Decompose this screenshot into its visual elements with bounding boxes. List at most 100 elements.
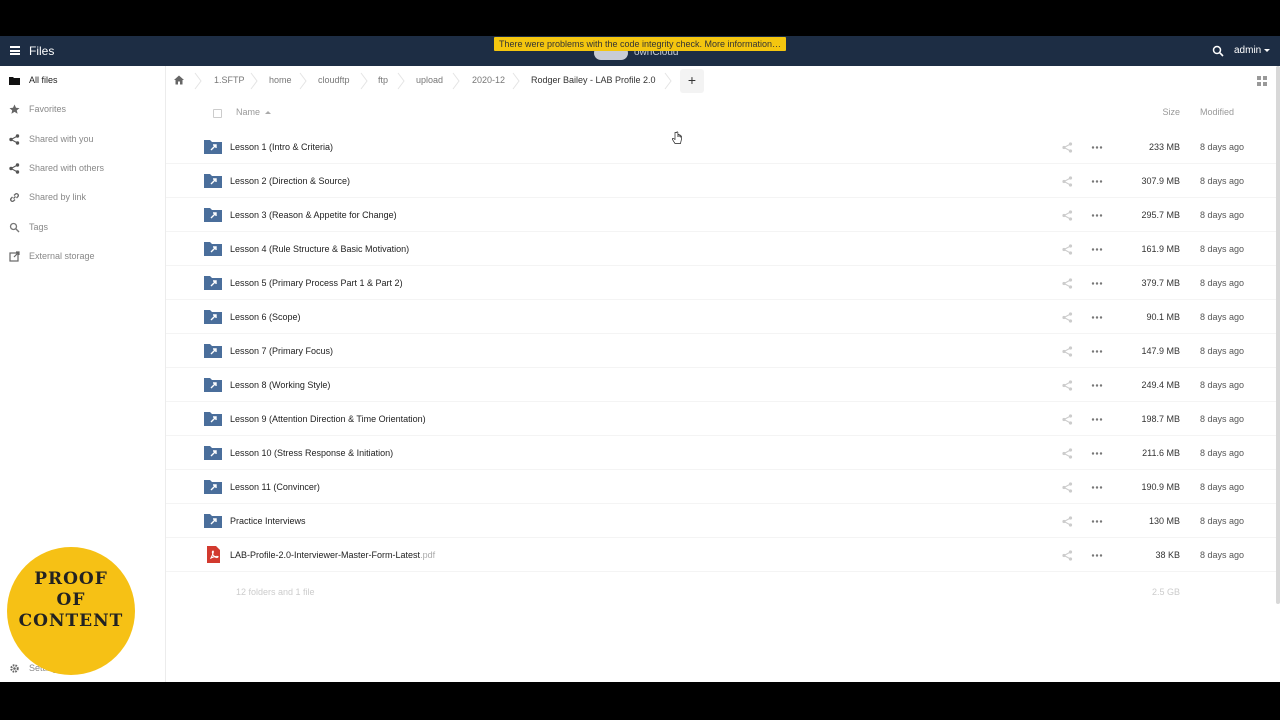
more-actions-icon[interactable] <box>1091 142 1103 153</box>
breadcrumb-item-sftp[interactable]: 1.SFTP <box>214 75 245 85</box>
proof-of-content-badge: PROOF OF CONTENT <box>7 547 135 675</box>
sidebar-item-external-storage[interactable]: External storage <box>0 242 165 270</box>
share-icon[interactable] <box>1062 278 1073 289</box>
file-name[interactable]: Practice Interviews <box>230 516 306 526</box>
share-icon[interactable] <box>1062 346 1073 357</box>
file-size: 211.6 MB <box>1142 448 1180 458</box>
user-menu[interactable]: admin <box>1234 45 1271 56</box>
sidebar-item-tags[interactable]: Tags <box>0 213 165 241</box>
share-icon[interactable] <box>1062 210 1073 221</box>
file-name[interactable]: Lesson 6 (Scope) <box>230 312 301 322</box>
file-name[interactable]: LAB-Profile-2.0-Interviewer-Master-Form-… <box>230 550 435 560</box>
sidebar-item-shared-with-you[interactable]: Shared with you <box>0 125 165 153</box>
sort-ascending-icon <box>265 111 272 115</box>
breadcrumb-item-current[interactable]: Rodger Bailey - LAB Profile 2.0 <box>531 75 656 85</box>
sort-by-name[interactable]: Name <box>236 107 272 117</box>
file-name[interactable]: Lesson 3 (Reason & Appetite for Change) <box>230 210 397 220</box>
breadcrumb-item-cloudftp[interactable]: cloudftp <box>318 75 350 85</box>
file-name[interactable]: Lesson 2 (Direction & Source) <box>230 176 350 186</box>
file-row[interactable]: Lesson 5 (Primary Process Part 1 & Part … <box>166 266 1276 300</box>
share-icon[interactable] <box>1062 482 1073 493</box>
more-actions-icon[interactable] <box>1091 380 1103 391</box>
breadcrumb: 1.SFTP home cloudftp ftp upload 2020-12 … <box>166 66 1280 96</box>
sidebar-item-shared-by-link[interactable]: Shared by link <box>0 183 165 211</box>
more-actions-icon[interactable] <box>1091 346 1103 357</box>
sidebar-item-favorites[interactable]: Favorites <box>0 95 165 123</box>
more-actions-icon[interactable] <box>1091 278 1103 289</box>
file-row[interactable]: Practice Interviews 130 MB 8 days ago <box>166 504 1276 538</box>
file-name[interactable]: Lesson 1 (Intro & Criteria) <box>230 142 333 152</box>
breadcrumb-item-home[interactable]: home <box>269 75 292 85</box>
more-actions-icon[interactable] <box>1091 448 1103 459</box>
file-name[interactable]: Lesson 4 (Rule Structure & Basic Motivat… <box>230 244 409 254</box>
file-size: 198.7 MB <box>1141 414 1180 424</box>
shared-folder-icon <box>204 140 222 154</box>
more-actions-icon[interactable] <box>1091 482 1103 493</box>
sidebar-item-all-files[interactable]: All files <box>0 66 165 94</box>
file-size: 307.9 MB <box>1141 176 1180 186</box>
breadcrumb-item-2020-12[interactable]: 2020-12 <box>472 75 505 85</box>
file-row[interactable]: Lesson 3 (Reason & Appetite for Change) 2… <box>166 198 1276 232</box>
app-title[interactable]: Files <box>29 44 54 58</box>
scrollbar[interactable] <box>1276 66 1280 604</box>
file-row[interactable]: Lesson 8 (Working Style) 249.4 MB 8 days a… <box>166 368 1276 402</box>
share-icon[interactable] <box>1062 312 1073 323</box>
sort-by-modified[interactable]: Modified <box>1200 107 1234 117</box>
shared-folder-icon <box>204 480 222 494</box>
more-actions-icon[interactable] <box>1091 176 1103 187</box>
select-all-checkbox[interactable] <box>213 109 222 118</box>
file-row[interactable]: Lesson 7 (Primary Focus) 147.9 MB 8 days a… <box>166 334 1276 368</box>
share-icon[interactable] <box>1062 380 1073 391</box>
more-actions-icon[interactable] <box>1091 210 1103 221</box>
file-name[interactable]: Lesson 10 (Stress Response & Initiation) <box>230 448 393 458</box>
file-name[interactable]: Lesson 9 (Attention Direction & Time Ori… <box>230 414 426 424</box>
file-modified: 8 days ago <box>1200 550 1245 560</box>
new-item-button[interactable]: + <box>680 69 704 93</box>
shared-folder-icon <box>204 446 222 460</box>
file-row[interactable]: Lesson 9 (Attention Direction & Time Ori… <box>166 402 1276 436</box>
menu-icon[interactable] <box>10 46 20 55</box>
search-icon[interactable] <box>1212 45 1224 57</box>
file-row[interactable]: Lesson 6 (Scope) 90.1 MB 8 days ago <box>166 300 1276 334</box>
share-icon[interactable] <box>1062 142 1073 153</box>
file-name[interactable]: Lesson 7 (Primary Focus) <box>230 346 333 356</box>
more-actions-icon[interactable] <box>1091 312 1103 323</box>
home-icon[interactable] <box>174 75 184 85</box>
sort-by-size[interactable]: Size <box>1146 107 1180 117</box>
shared-folder-icon <box>204 514 222 528</box>
file-name[interactable]: Lesson 8 (Working Style) <box>230 380 330 390</box>
share-icon[interactable] <box>1062 244 1073 255</box>
folder-icon <box>9 77 20 85</box>
chevron-right-icon <box>250 72 258 90</box>
more-actions-icon[interactable] <box>1091 516 1103 527</box>
share-icon[interactable] <box>1062 550 1073 561</box>
file-row[interactable]: Lesson 11 (Convincer) 190.9 MB 8 days ago <box>166 470 1276 504</box>
grid-view-icon[interactable] <box>1257 76 1267 86</box>
file-name[interactable]: Lesson 5 (Primary Process Part 1 & Part … <box>230 278 403 288</box>
breadcrumb-item-ftp[interactable]: ftp <box>378 75 388 85</box>
file-name[interactable]: Lesson 11 (Convincer) <box>230 482 320 492</box>
more-actions-icon[interactable] <box>1091 550 1103 561</box>
file-row[interactable]: Lesson 10 (Stress Response & Initiation)… <box>166 436 1276 470</box>
chevron-right-icon <box>452 72 460 90</box>
shared-folder-icon <box>204 242 222 256</box>
file-row[interactable]: Lesson 4 (Rule Structure & Basic Motivat… <box>166 232 1276 266</box>
sidebar-item-shared-with-others[interactable]: Shared with others <box>0 154 165 182</box>
file-list-header: Name Size Modified <box>166 96 1280 128</box>
file-modified: 8 days ago <box>1200 176 1245 186</box>
share-icon[interactable] <box>1062 414 1073 425</box>
shared-folder-icon <box>204 412 222 426</box>
chevron-right-icon <box>194 72 202 90</box>
file-size: 379.7 MB <box>1141 278 1180 288</box>
file-row[interactable]: LAB-Profile-2.0-Interviewer-Master-Form-… <box>166 538 1276 572</box>
file-modified: 8 days ago <box>1200 482 1245 492</box>
integrity-warning-banner[interactable]: There were problems with the code integr… <box>494 37 786 51</box>
more-actions-icon[interactable] <box>1091 414 1103 425</box>
file-row[interactable]: Lesson 1 (Intro & Criteria) 233 MB 8 days … <box>166 130 1276 164</box>
share-icon[interactable] <box>1062 176 1073 187</box>
share-icon[interactable] <box>1062 448 1073 459</box>
more-actions-icon[interactable] <box>1091 244 1103 255</box>
breadcrumb-item-upload[interactable]: upload <box>416 75 443 85</box>
share-icon[interactable] <box>1062 516 1073 527</box>
file-row[interactable]: Lesson 2 (Direction & Source) 307.9 MB 8 d… <box>166 164 1276 198</box>
